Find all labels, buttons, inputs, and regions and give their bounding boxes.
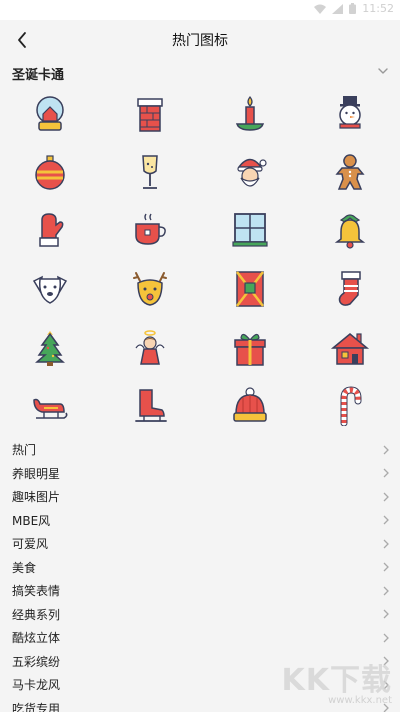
dog-face-icon[interactable] [0,260,100,319]
wifi-icon [314,4,327,14]
watermark-logo: KK下载 [281,663,392,698]
category-row-mbe[interactable]: MBE风 [0,509,400,533]
watermark: KK下载 www.kkx.net [282,655,393,706]
snowman-icon[interactable] [300,84,400,143]
section-header[interactable]: 圣诞卡通 [0,60,400,84]
category-row-fun[interactable]: 趣味图片 [0,485,400,509]
category-row-classic[interactable]: 经典系列 [0,603,400,627]
candy-cane-icon[interactable] [300,377,400,436]
section-title: 圣诞卡通 [12,68,65,83]
christmas-bell-icon[interactable] [300,201,400,260]
reindeer-face-icon[interactable] [100,260,200,319]
category-label: 五彩缤纷 [12,654,61,669]
category-label: 养眼明星 [12,466,61,481]
gingerbread-man-icon[interactable] [300,143,400,202]
chevron-right-icon [383,633,389,643]
category-label: 经典系列 [12,607,61,622]
chevron-right-icon [383,609,389,619]
status-time: 11:52 [362,2,394,15]
knit-hat-icon[interactable] [200,377,300,436]
hot-tea-cup-icon[interactable] [100,201,200,260]
category-label: 马卡龙风 [12,678,61,693]
christmas-tree-icon[interactable] [0,318,100,377]
chevron-right-icon [383,468,389,478]
category-label: 美食 [12,560,37,575]
category-row-cute[interactable]: 可爱风 [0,532,400,556]
santa-claus-icon[interactable] [200,143,300,202]
signal-icon [332,3,344,14]
candle-icon[interactable] [200,84,300,143]
chevron-right-icon [383,586,389,596]
category-row-funny[interactable]: 搞笑表情 [0,579,400,603]
window-icon[interactable] [200,201,300,260]
chevron-down-icon[interactable] [376,64,390,78]
sleigh-icon[interactable] [0,377,100,436]
category-label: 趣味图片 [12,490,61,505]
christmas-stocking-icon[interactable] [300,260,400,319]
gift-card-icon[interactable] [200,260,300,319]
snow-globe-icon[interactable] [0,84,100,143]
category-label: 吃货专用 [12,701,61,712]
gift-box-icon[interactable] [200,318,300,377]
chevron-right-icon [383,562,389,572]
chevron-right-icon [383,492,389,502]
category-row-stars[interactable]: 养眼明星 [0,462,400,486]
category-label: 热门 [12,443,37,458]
category-row-hot[interactable]: 热门 [0,438,400,462]
status-icons: 11:52 [314,2,394,15]
category-row-3d[interactable]: 酷炫立体 [0,626,400,650]
nav-bar: 热门图标 [0,20,400,60]
icon-grid [0,84,400,436]
category-label: 可爱风 [12,537,49,552]
category-row-food[interactable]: 美食 [0,556,400,580]
mitten-icon[interactable] [0,201,100,260]
champagne-glass-icon[interactable] [100,143,200,202]
category-label: MBE风 [12,513,51,528]
category-label: 搞笑表情 [12,584,61,599]
chevron-right-icon [383,445,389,455]
chimney-icon[interactable] [100,84,200,143]
category-label: 酷炫立体 [12,631,61,646]
house-icon[interactable] [300,318,400,377]
battery-icon [349,3,357,14]
chevron-right-icon [383,539,389,549]
angel-icon[interactable] [100,318,200,377]
ice-skate-icon[interactable] [100,377,200,436]
status-bar: 11:52 [0,0,400,20]
page-title: 热门图标 [172,33,228,49]
chevron-right-icon [383,515,389,525]
ornament-ball-icon[interactable] [0,143,100,202]
